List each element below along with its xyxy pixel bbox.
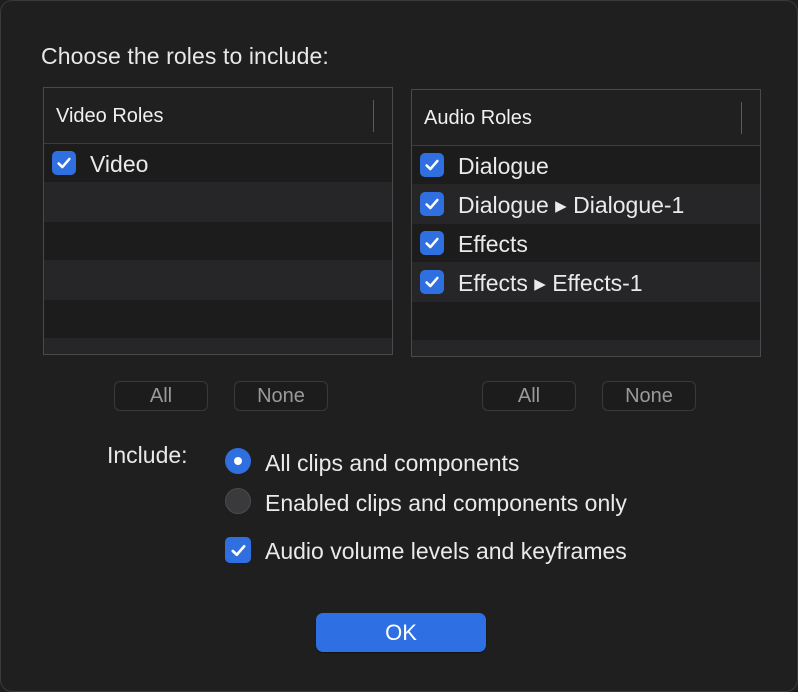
audio-volume-checkbox[interactable] xyxy=(225,537,251,563)
empty-row xyxy=(44,261,392,300)
empty-row xyxy=(44,300,392,339)
audio-roles-table: Audio Roles Dialogue Dialogue ▸ Dialogue… xyxy=(411,89,761,357)
empty-row xyxy=(412,341,760,356)
enabled-clips-label[interactable]: Enabled clips and components only xyxy=(265,490,627,517)
checkmark-icon xyxy=(425,276,439,288)
audio-roles-header-label: Audio Roles xyxy=(424,107,532,129)
role-label: Video xyxy=(90,151,149,177)
dialog-prompt: Choose the roles to include: xyxy=(41,43,329,69)
all-clips-radio[interactable] xyxy=(225,448,251,474)
empty-row xyxy=(44,222,392,261)
checkmark-icon xyxy=(230,544,246,556)
export-roles-dialog: Choose the roles to include: Video Roles… xyxy=(0,0,798,692)
role-checkbox[interactable] xyxy=(420,153,444,177)
role-label: Effects xyxy=(458,231,528,257)
enabled-clips-radio[interactable] xyxy=(225,488,251,514)
role-label: Dialogue ▸ Dialogue-1 xyxy=(458,192,685,218)
video-all-button[interactable]: All xyxy=(114,381,208,411)
video-none-button[interactable]: None xyxy=(234,381,328,411)
video-roles-header-label: Video Roles xyxy=(56,105,164,127)
table-row[interactable]: Effects ▸ Effects-1 xyxy=(412,263,760,302)
role-checkbox[interactable] xyxy=(420,270,444,294)
video-roles-table: Video Roles Video xyxy=(43,87,393,355)
table-row[interactable]: Dialogue xyxy=(412,146,760,185)
role-label: Effects ▸ Effects-1 xyxy=(458,270,643,296)
table-row[interactable]: Dialogue ▸ Dialogue-1 xyxy=(412,185,760,224)
role-checkbox[interactable] xyxy=(420,231,444,255)
checkmark-icon xyxy=(425,159,439,171)
empty-row xyxy=(412,302,760,341)
role-checkbox[interactable] xyxy=(420,192,444,216)
empty-row xyxy=(44,183,392,222)
table-row[interactable]: Effects xyxy=(412,224,760,263)
audio-none-button[interactable]: None xyxy=(602,381,696,411)
role-label: Dialogue xyxy=(458,153,549,179)
all-clips-label[interactable]: All clips and components xyxy=(265,450,519,477)
column-divider xyxy=(373,100,374,132)
ok-button[interactable]: OK xyxy=(316,613,486,652)
column-divider xyxy=(741,102,742,134)
include-label: Include: xyxy=(107,442,188,468)
video-roles-header[interactable]: Video Roles xyxy=(44,88,392,144)
audio-roles-header[interactable]: Audio Roles xyxy=(412,90,760,146)
checkmark-icon xyxy=(57,157,71,169)
audio-all-button[interactable]: All xyxy=(482,381,576,411)
empty-row xyxy=(44,339,392,354)
table-row[interactable]: Video xyxy=(44,144,392,183)
checkmark-icon xyxy=(425,237,439,249)
audio-volume-label[interactable]: Audio volume levels and keyframes xyxy=(265,538,627,565)
checkmark-icon xyxy=(425,198,439,210)
role-checkbox[interactable] xyxy=(52,151,76,175)
